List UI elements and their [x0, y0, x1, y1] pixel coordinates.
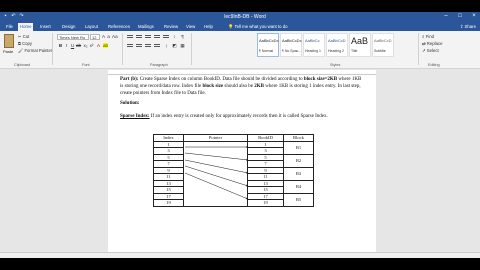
shrink-font-icon[interactable]: a	[106, 34, 111, 39]
increase-indent-icon[interactable]	[163, 35, 169, 40]
numbering-icon[interactable]	[136, 35, 142, 40]
document-page[interactable]: Part (b): Create Sparse Index on column …	[108, 75, 376, 258]
shading-icon[interactable]: ◩	[172, 43, 177, 49]
underline-icon[interactable]: U	[70, 43, 75, 48]
block-cell: B1	[283, 140, 314, 155]
block-cell: B5	[283, 192, 314, 207]
tab-file[interactable]: File	[4, 23, 15, 31]
style-heading-2[interactable]: AaBbCcD Heading 2	[326, 33, 348, 57]
block-cell: B4	[283, 179, 314, 194]
save-icon[interactable]: ▪	[3, 14, 8, 19]
status-bar	[0, 252, 480, 258]
block-cell: B2	[283, 153, 314, 168]
solution-heading: Solution:	[120, 101, 140, 106]
group-label-editing: Editing	[428, 63, 440, 67]
title-bar: ▪ ↶ ↷ lec9InB-DB - Word – □ ×	[0, 12, 480, 22]
share-button[interactable]: ⇪ Share	[460, 23, 476, 31]
tab-design[interactable]: Design	[60, 23, 77, 31]
align-left-icon[interactable]	[127, 44, 133, 49]
style-normal[interactable]: AaBbCcDc ¶ Normal	[257, 33, 279, 57]
group-label-styles: Styles	[330, 63, 341, 67]
window-title: lec9InB-DB - Word	[224, 14, 266, 20]
sort-icon[interactable]: ↕	[172, 34, 177, 39]
tab-home[interactable]: Home	[18, 23, 34, 31]
font-size-select[interactable]: 12	[90, 34, 100, 40]
undo-icon[interactable]: ↶	[11, 14, 16, 19]
ribbon-tabs: File Home Insert Design Layout Reference…	[0, 22, 480, 31]
paste-button[interactable]: Paste	[3, 49, 13, 54]
word-window: ▪ ↶ ↷ lec9InB-DB - Word – □ × File Home …	[0, 12, 480, 258]
select-button[interactable]: ➚ Select	[422, 48, 439, 54]
find-button[interactable]: ⌕ Find	[422, 34, 434, 39]
pointer-cell	[183, 140, 248, 207]
pilcrow-icon[interactable]: ¶	[180, 34, 185, 39]
group-label-clipboard: Clipboard	[14, 63, 31, 67]
align-center-icon[interactable]	[136, 44, 142, 49]
group-divider	[122, 33, 123, 65]
style-no-spacing[interactable]: AaBbCcDc ¶ No Spac...	[280, 33, 302, 57]
highlight-icon[interactable]: ab	[103, 43, 108, 48]
redo-icon[interactable]: ↷	[19, 14, 24, 19]
bold-icon[interactable]: B	[58, 43, 63, 48]
group-divider	[191, 33, 192, 65]
group-divider	[418, 33, 419, 65]
index-cell: 19	[153, 199, 184, 207]
block-cell: B3	[283, 166, 314, 181]
window-controls: – □ ×	[442, 13, 478, 19]
style-subtitle[interactable]: AaBbCcD Subtitle	[372, 33, 394, 57]
paste-icon[interactable]	[4, 34, 14, 48]
style-heading-1[interactable]: AaBbCc Heading 1	[303, 33, 325, 57]
part-b-paragraph: Part (b): Create Sparse Index on column …	[120, 77, 362, 96]
font-name-select[interactable]: Times New Ro	[57, 34, 89, 40]
copy-button[interactable]: ⧉ Copy	[18, 41, 32, 46]
group-divider	[52, 33, 53, 65]
tab-layout[interactable]: Layout	[83, 23, 100, 31]
superscript-icon[interactable]: x²	[89, 43, 94, 48]
justify-icon[interactable]	[154, 44, 160, 49]
italic-icon[interactable]: I	[64, 43, 69, 48]
sparse-index-paragraph: Sparse Index: If an index entry is creat…	[120, 114, 328, 119]
align-right-icon[interactable]	[145, 44, 151, 49]
sparse-index-table: Index Pointer BookID Block 1 1 B1 3 3 5 …	[153, 134, 314, 207]
tab-review[interactable]: Review	[162, 23, 180, 31]
tab-insert[interactable]: Insert	[38, 23, 53, 31]
change-case-icon[interactable]: Aa	[112, 34, 118, 39]
cut-button[interactable]: ✂ Cut	[18, 34, 29, 39]
tab-view[interactable]: View	[184, 23, 197, 31]
close-icon[interactable]: ×	[470, 13, 478, 19]
borders-icon[interactable]: ▦	[180, 43, 185, 49]
group-label-paragraph: Paragraph	[150, 63, 168, 67]
strikethrough-icon[interactable]: ab	[76, 43, 81, 48]
decrease-indent-icon[interactable]	[154, 35, 160, 40]
bullets-icon[interactable]	[127, 35, 133, 40]
style-title[interactable]: AaB Title	[349, 33, 371, 57]
quick-access-toolbar: ▪ ↶ ↷	[3, 14, 24, 19]
bookid-cell: 19	[247, 199, 284, 207]
group-label-font: Font	[82, 63, 90, 67]
subscript-icon[interactable]: x₂	[83, 43, 88, 48]
tab-references[interactable]: References	[106, 23, 132, 31]
tab-mailings[interactable]: Mailings	[136, 23, 156, 31]
replace-button[interactable]: ⇄ Replace	[422, 41, 443, 47]
tell-me-search[interactable]: 💡 Tell me what you want to do	[228, 23, 288, 31]
ribbon: Paste ✂ Cut ⧉ Copy 🖌 Format Painter Clip…	[0, 31, 480, 69]
multilevel-list-icon[interactable]	[145, 35, 151, 40]
line-spacing-icon[interactable]: ↨	[164, 43, 169, 48]
tab-help[interactable]: Help	[202, 23, 215, 31]
maximize-icon[interactable]: □	[456, 13, 464, 19]
format-painter-button[interactable]: 🖌 Format Painter	[18, 48, 52, 54]
minimize-icon[interactable]: –	[442, 13, 450, 19]
font-color-icon[interactable]: A	[96, 43, 101, 48]
